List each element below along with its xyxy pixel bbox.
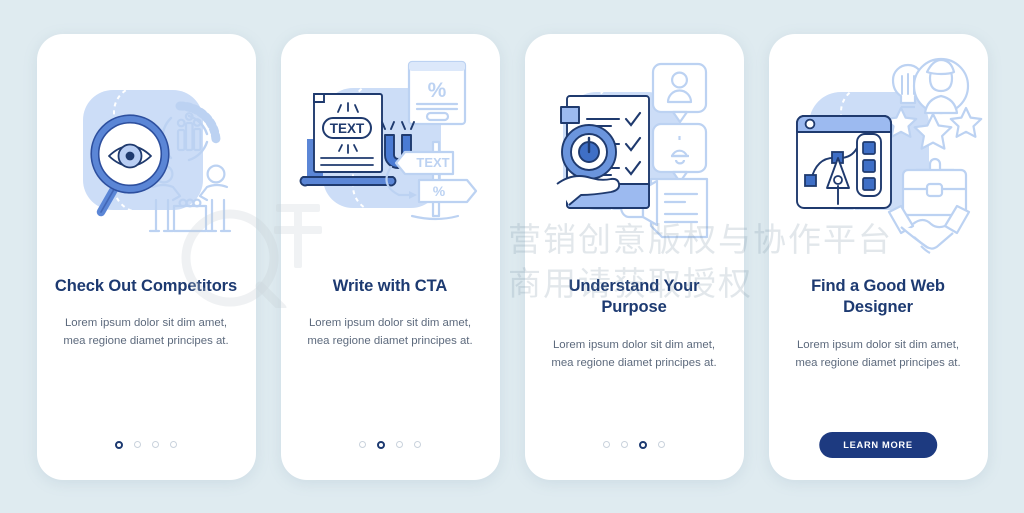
pagination-dots[interactable] xyxy=(525,440,744,449)
svg-text:TEXT: TEXT xyxy=(416,155,449,170)
svg-text:%: % xyxy=(427,79,446,102)
screen-title: Understand Your Purpose xyxy=(568,276,700,317)
svg-text:TEXT: TEXT xyxy=(329,121,364,136)
onboarding-screen-understand-your-purpose: Understand Your Purpose Lorem ipsum dolo… xyxy=(524,33,744,480)
illustration-design-tool-rating-handshake xyxy=(769,34,988,266)
learn-more-button[interactable]: LEARN MORE xyxy=(819,431,937,458)
pagination-dot-2[interactable] xyxy=(134,440,141,448)
pagination-dots[interactable] xyxy=(37,440,256,449)
screen-title: Write with CTA xyxy=(332,276,448,295)
screen-body-text: Lorem ipsum dolor sit dim amet, mea regi… xyxy=(63,317,229,348)
screen-title: Find a Good Web Designer xyxy=(811,276,945,317)
screen-body-text: Lorem ipsum dolor sit dim amet, mea regi… xyxy=(795,339,961,370)
pagination-dots[interactable] xyxy=(281,440,500,449)
pagination-dot-2[interactable] xyxy=(377,440,385,449)
illustration-magnifier-eye-analytics xyxy=(37,34,256,266)
illustration-laptop-magnet-signpost: % TEXT TEXT % xyxy=(281,34,500,266)
pagination-dot-3[interactable] xyxy=(396,440,403,448)
screen-body-text: Lorem ipsum dolor sit dim amet, mea regi… xyxy=(551,339,717,370)
screen-title: Check Out Competitors xyxy=(54,276,238,295)
pagination-dot-3[interactable] xyxy=(639,440,647,449)
onboarding-screens-row: Check Out Competitors Lorem ipsum dolor … xyxy=(0,0,1024,513)
pagination-dot-1[interactable] xyxy=(115,440,123,449)
pagination-dot-4[interactable] xyxy=(658,440,665,448)
pagination-dot-3[interactable] xyxy=(152,440,159,448)
illustration-checklist-target-notifications xyxy=(525,34,744,266)
pagination-dot-1[interactable] xyxy=(603,440,610,448)
svg-text:%: % xyxy=(432,183,445,199)
pagination-dot-2[interactable] xyxy=(621,440,628,448)
onboarding-screen-write-with-cta: % TEXT TEXT % Write with CTA Lorem ipsum… xyxy=(280,33,500,480)
onboarding-screen-find-a-good-web-designer: Find a Good Web Designer Lorem ipsum dol… xyxy=(768,33,988,480)
pagination-dot-1[interactable] xyxy=(359,440,366,448)
onboarding-screen-check-out-competitors: Check Out Competitors Lorem ipsum dolor … xyxy=(36,33,256,480)
screen-body-text: Lorem ipsum dolor sit dim amet, mea regi… xyxy=(307,317,473,348)
pagination-dot-4[interactable] xyxy=(414,440,421,448)
pagination-dot-4[interactable] xyxy=(170,440,177,448)
